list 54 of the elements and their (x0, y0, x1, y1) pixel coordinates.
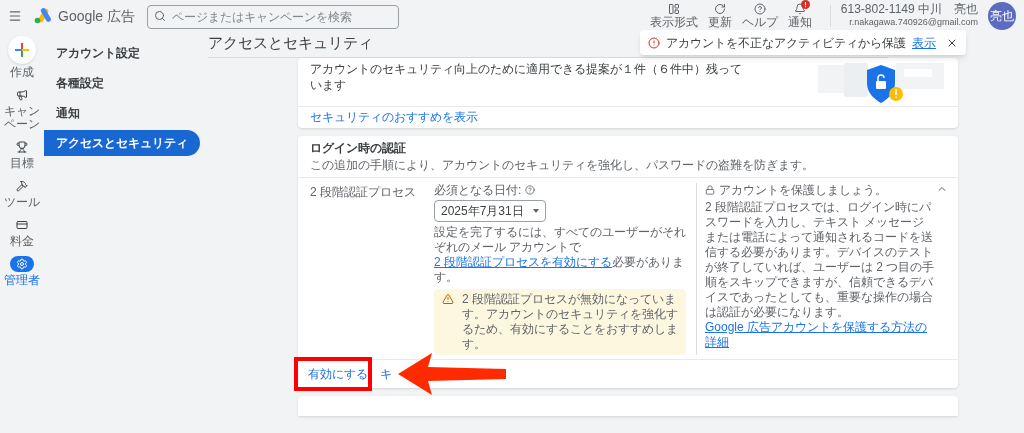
settings-nav-item[interactable]: アクセスとセキュリティ (44, 130, 200, 156)
rail-item[interactable]: 料金 (0, 217, 44, 248)
bell-icon (793, 3, 806, 15)
rail-item[interactable]: キャンペーン (0, 87, 44, 131)
help-text: 2 段階認証プロセスでは、ログイン時にパスワードを入力し、テキスト メッセージまたは電話によって通知されるコードを送信する必要があります。デバイスのテストが終了していれば、ユーザーは 2 つ目の手順をスキップできますが、信頼できるデバイスであったとしても、重要な操作の場合は認証が必要になります。 (705, 199, 936, 320)
rail-item[interactable]: ツール (0, 178, 44, 209)
logo-icon (34, 8, 52, 24)
rail-label: 作成 (10, 66, 34, 79)
megaphone-icon (16, 89, 28, 101)
alert-badge-icon (800, 0, 810, 9)
toolbar-button[interactable]: ヘルプ (741, 3, 778, 29)
card-description: この追加の手順により、アカウントのセキュリティを強化し、パスワードの盗難を防ぎます。 (310, 157, 815, 173)
setup-note: 設定を完了するには、すべてのユーザーがそれぞれのメール アカウントで 2 段階認証プロセスを有効にする必要があります。 (434, 224, 686, 285)
search-field[interactable]: ページまたはキャンペーンを検索 (147, 4, 400, 29)
settings-nav-item[interactable]: 通知 (44, 100, 200, 126)
card-title: ログイン時の認証 (310, 140, 407, 156)
warning-text: 2 段階認証プロセスが無効になっています。アカウントのセキュリティを強化するため、有効にすることをおすすめします。 (462, 291, 678, 352)
learn-more-link[interactable]: Google 広告アカウントを保護する方法の詳細 (705, 319, 936, 350)
help-icon (753, 3, 766, 15)
account-name: 613-802-1149 中川 亮也 (840, 3, 978, 16)
rail-item[interactable]: 管理者 (0, 256, 44, 287)
enable-2sv-link[interactable]: 2 段階認証プロセスを有効にする (434, 254, 612, 269)
warning-icon (442, 292, 454, 305)
lock-icon (705, 185, 715, 195)
rail-item[interactable]: 目標 (0, 139, 44, 170)
card-icon (16, 219, 28, 231)
hammer-icon (16, 180, 28, 192)
date-label: 必須となる日付: (434, 182, 522, 198)
settings-nav-item[interactable]: 各種設定 (44, 70, 200, 96)
create-button[interactable] (8, 36, 36, 64)
help-title: アカウントを保護しましょう。 (719, 182, 887, 198)
trophy-icon (16, 141, 28, 153)
settings-nav-item[interactable]: アカウント設定 (44, 40, 200, 66)
recommendation-text: アカウントのセキュリティ向上のために適用できる提案が１件（６件中）残っています (310, 60, 743, 94)
recommendations-link[interactable]: セキュリティのおすすめを表示 (310, 108, 478, 126)
date-dropdown[interactable]: 2025年7月31日 (434, 199, 546, 222)
setting-label: 2 段階認証プロセス (310, 183, 417, 201)
alert-icon (648, 36, 660, 49)
caret-icon (533, 208, 539, 213)
help-icon (525, 185, 536, 195)
avatar[interactable]: 亮也 (988, 2, 1016, 30)
menu-icon[interactable] (8, 9, 22, 23)
plus-icon (14, 42, 30, 58)
refresh-icon (713, 3, 726, 15)
cancel-button[interactable]: キ (378, 363, 394, 384)
layout-icon (667, 3, 680, 15)
gear-icon (16, 258, 28, 270)
toolbar-button[interactable]: 通知 (787, 3, 812, 29)
enable-button[interactable]: 有効にする (304, 363, 372, 384)
toast-link[interactable]: 表示 (912, 33, 936, 52)
product-name: Google 広告 (58, 6, 136, 26)
toolbar-button[interactable]: 表示形式 (649, 3, 698, 29)
account-email: r.nakagawa.740926@gmail.com (849, 16, 978, 29)
toolbar-button[interactable]: 更新 (707, 3, 732, 29)
